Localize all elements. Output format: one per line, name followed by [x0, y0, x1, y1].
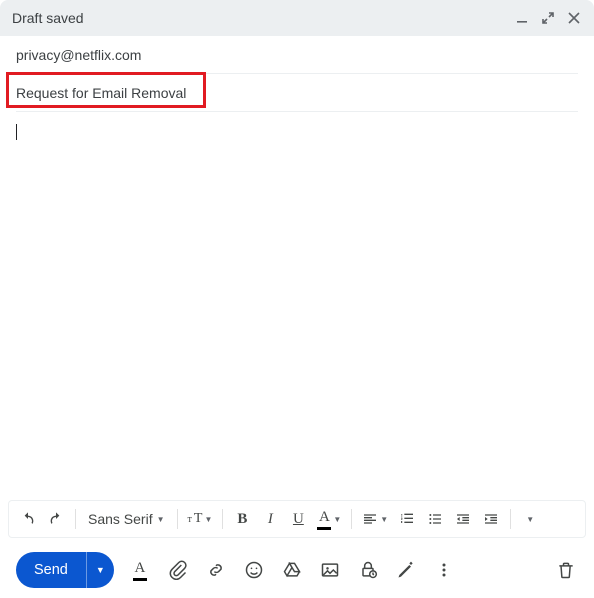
pen-icon [396, 560, 416, 580]
confidential-mode-button[interactable] [356, 558, 380, 582]
insert-link-button[interactable] [204, 558, 228, 582]
send-group: Send ▼ [16, 552, 114, 588]
insert-photo-button[interactable] [318, 558, 342, 582]
attach-file-button[interactable] [166, 558, 190, 582]
redo-button[interactable] [43, 505, 69, 533]
subject-field[interactable]: Request for Email Removal [16, 74, 578, 112]
chevron-down-icon: ▼ [157, 515, 165, 524]
bottom-left-actions: Send ▼ A [16, 552, 456, 588]
indent-less-button[interactable] [450, 505, 476, 533]
align-left-icon [362, 511, 378, 527]
size-small-icon: т [188, 514, 192, 525]
chevron-down-icon: ▼ [204, 515, 212, 524]
more-vertical-icon [434, 560, 454, 580]
indent-less-icon [455, 511, 471, 527]
separator [510, 509, 511, 529]
numbered-list-icon [399, 511, 415, 527]
italic-icon: I [268, 511, 273, 528]
compose-bottom-bar: Send ▼ A [0, 542, 594, 598]
underline-icon: U [293, 511, 304, 528]
expand-icon[interactable] [540, 10, 556, 26]
close-icon[interactable] [566, 10, 582, 26]
format-a-icon: A [134, 560, 145, 577]
numbered-list-button[interactable] [394, 505, 420, 533]
undo-button[interactable] [15, 505, 41, 533]
text-cursor [16, 124, 17, 140]
to-value: privacy@netflix.com [16, 47, 141, 63]
discard-draft-button[interactable] [554, 558, 578, 582]
size-big-icon: T [194, 511, 203, 527]
bold-icon: B [237, 511, 247, 528]
insert-emoji-button[interactable] [242, 558, 266, 582]
indent-more-icon [483, 511, 499, 527]
insert-drive-button[interactable] [280, 558, 304, 582]
chevron-down-icon: ▼ [333, 515, 341, 524]
separator [222, 509, 223, 529]
send-options-button[interactable]: ▼ [86, 552, 114, 588]
bulleted-list-button[interactable] [422, 505, 448, 533]
insert-signature-button[interactable] [394, 558, 418, 582]
message-body[interactable] [0, 112, 594, 500]
minimize-icon[interactable] [514, 10, 530, 26]
text-color-icon: A [317, 509, 331, 530]
send-button[interactable]: Send [16, 552, 86, 588]
font-size-button[interactable]: т T ▼ [184, 505, 217, 533]
underline-button[interactable]: U [285, 505, 311, 533]
to-field[interactable]: privacy@netflix.com [16, 36, 578, 74]
drive-icon [282, 560, 302, 580]
emoji-icon [244, 560, 264, 580]
trash-icon [556, 560, 576, 580]
format-toggle-button[interactable]: A [128, 558, 152, 582]
chevron-down-icon: ▼ [380, 515, 388, 524]
align-button[interactable]: ▼ [358, 505, 392, 533]
text-color-button[interactable]: A ▼ [313, 505, 345, 533]
bold-button[interactable]: B [229, 505, 255, 533]
compose-header: Draft saved [0, 0, 594, 36]
compose-fields: privacy@netflix.com Request for Email Re… [0, 36, 594, 112]
bulleted-list-icon [427, 511, 443, 527]
header-controls [514, 10, 582, 26]
italic-button[interactable]: I [257, 505, 283, 533]
more-options-button[interactable] [432, 558, 456, 582]
separator [75, 509, 76, 529]
separator [351, 509, 352, 529]
subject-value: Request for Email Removal [16, 85, 186, 101]
chevron-down-icon: ▼ [526, 515, 534, 524]
compose-title: Draft saved [12, 10, 84, 26]
separator [177, 509, 178, 529]
paperclip-icon [168, 560, 188, 580]
link-icon [206, 560, 226, 580]
font-family-label: Sans Serif [88, 511, 153, 527]
font-family-picker[interactable]: Sans Serif ▼ [82, 505, 171, 533]
indent-more-button[interactable] [478, 505, 504, 533]
more-formatting-button[interactable]: ▼ [517, 505, 543, 533]
format-toolbar: Sans Serif ▼ т T ▼ B I U A ▼ ▼ ▼ [8, 500, 586, 538]
lock-clock-icon [358, 560, 378, 580]
image-icon [320, 560, 340, 580]
